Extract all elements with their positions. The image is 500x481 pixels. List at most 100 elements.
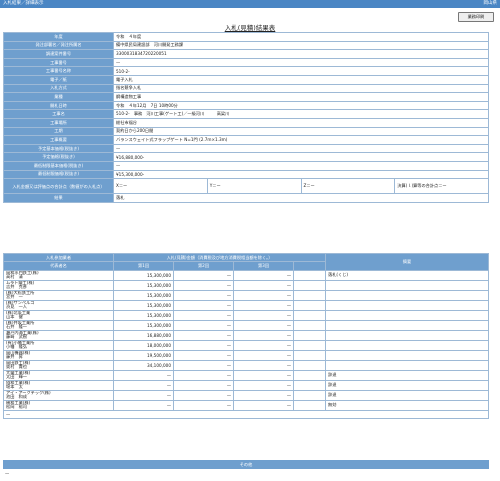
round1-amount: 15,300,000 xyxy=(113,319,174,331)
bidder-name: 大鐵工業(株) 太田 輝一 xyxy=(3,369,114,381)
spacer-header xyxy=(293,261,326,271)
spacer-cell xyxy=(293,329,326,341)
info-table: 年度 令和 ４年度 発注部署名／発注所属名 備中県民局建設部 河川開発工務課 調達案件番… xyxy=(3,32,489,203)
round2-header: 第2回 xyxy=(173,261,234,271)
bidder-name: (株)井坂工業所 石井 隆一 xyxy=(3,319,114,331)
info-row: 開札日時 令和 ４年12月 7日 10時00分 xyxy=(3,100,489,111)
spacer-cell xyxy=(293,369,326,381)
info-row: 予定価格(税抜き) ¥16,880,000- xyxy=(3,152,489,162)
bid-remarks xyxy=(325,299,489,311)
info-value: ¥16,880,000- xyxy=(113,152,489,162)
info-row: 工事概要 バランスウェイト式フラップゲート N=1門 (2.7m×1.3m) xyxy=(3,135,489,145)
representative-name: 奥村 貴也 xyxy=(6,364,27,370)
bidder-name: 協和工業(株) 堀本 太 xyxy=(3,379,114,391)
bidder-row: 大鐵工業(株) 太田 輝一 — — — 辞退 xyxy=(3,369,489,381)
round2-amount: — xyxy=(173,309,234,321)
info-value: 総社市福谷 xyxy=(113,117,489,128)
info-row: 電子／紙 電子入札 xyxy=(3,74,489,85)
amount-group-header: 入札(見積)金額（消費税及び地方消費税相当額を除く。） xyxy=(113,252,326,263)
round3-amount: — xyxy=(233,339,294,351)
round2-amount: — xyxy=(173,289,234,301)
other-header: その他 xyxy=(3,460,489,469)
round3-amount: — xyxy=(233,319,294,331)
spacer-cell xyxy=(293,349,326,361)
score-value: Z＝ー xyxy=(302,179,396,193)
round3-amount: — xyxy=(233,399,294,411)
info-value: ¥15,300,000- xyxy=(113,169,489,180)
round1-amount: — xyxy=(113,389,174,401)
result-value: 落札 xyxy=(113,193,489,203)
round1-header: 第1回 xyxy=(113,261,174,271)
round2-amount: — xyxy=(173,399,234,411)
info-value: 契約日から200日間 xyxy=(113,126,489,137)
info-row: 工事番号 — xyxy=(3,57,489,68)
bid-remarks xyxy=(325,279,489,291)
info-value: バランスウェイト式フラップゲート N=1門 (2.7m×1.3m) xyxy=(113,135,489,145)
info-row: 業種 鋼構造物工事 xyxy=(3,92,489,102)
round2-amount: — xyxy=(173,299,234,311)
info-label: 予定価格(税抜き) xyxy=(3,152,114,162)
info-value: — xyxy=(113,57,489,68)
print-button[interactable]: 業務印刷 xyxy=(458,12,494,22)
round3-amount: — xyxy=(233,329,294,341)
bidder-row: 岡山機器(株) 藤井 昇 19,500,000— — xyxy=(3,349,489,361)
bid-remarks xyxy=(325,329,489,341)
round3-amount: — xyxy=(233,309,294,321)
info-value: 電子入札 xyxy=(113,74,489,85)
round3-amount: — xyxy=(233,299,294,311)
round1-amount: 18,000,000 xyxy=(113,339,174,351)
score-row: 入札金額又は評価点の合計点（数値がの入札点） X＝ー Y＝ー Z＝ー 決算(ｌ)算等の合… xyxy=(3,178,489,195)
bidder-row: 協和工業(株) 堀本 太 — — — 辞退 xyxy=(3,379,489,391)
info-label: 最低制限基本価格(税抜き) xyxy=(3,160,114,171)
round3-amount: — xyxy=(233,369,294,381)
representative-name: 小幡 隆弘 xyxy=(6,344,27,350)
bidder-row: 横和工業(株) 松岡 裕司 — — — 無効 xyxy=(3,399,489,411)
spacer-cell xyxy=(293,309,326,321)
spacer-cell xyxy=(293,299,326,311)
representative-name: 石井 隆一 xyxy=(6,324,27,330)
round3-amount: — xyxy=(233,349,294,361)
representative-name: 山本 健 xyxy=(6,314,23,320)
representative-name: 太田 輝一 xyxy=(6,374,27,380)
representative-name: 宮井 一 xyxy=(6,294,23,300)
bid-remarks: 辞退 xyxy=(325,369,489,381)
info-value: — xyxy=(113,143,489,154)
bidder-name: (株)大松鉄工所 宮井 一 xyxy=(3,289,114,301)
info-row: 工事名 510-2- 事務 河川工事(ゲート工)／一級河川 高梁川 xyxy=(3,109,489,119)
representative-name: 高村 清 xyxy=(6,274,23,280)
round1-amount: 19,500,000 xyxy=(113,349,174,361)
spacer-cell xyxy=(293,269,326,281)
info-value: 510-2- xyxy=(113,66,489,76)
breadcrumb: 入札結果／詳細表示 xyxy=(3,1,44,6)
bid-remarks xyxy=(325,349,489,361)
representative-header: 代表者名 xyxy=(3,261,114,271)
info-value: 令和 ４年度 xyxy=(113,32,489,42)
round2-amount: — xyxy=(173,369,234,381)
info-label: 工事名 xyxy=(3,109,114,119)
round2-amount: — xyxy=(173,319,234,331)
round2-amount: — xyxy=(173,339,234,351)
bid-remarks xyxy=(325,339,489,351)
spacer-cell xyxy=(293,319,326,331)
round2-amount: — xyxy=(173,359,234,371)
bidder-name: (有)小幡工業所 小幡 隆弘 xyxy=(3,339,114,351)
info-row: 調達案件番号 3300031834720220051 xyxy=(3,49,489,59)
spacer-cell xyxy=(293,379,326,391)
round1-amount: 34,100,000 xyxy=(113,359,174,371)
round1-amount: 15,300,000 xyxy=(113,309,174,321)
info-label: 予定基本価格(税抜き) xyxy=(3,143,114,154)
info-value: — xyxy=(113,160,489,171)
bidder-name: (株)北条工業 山本 健 xyxy=(3,309,114,321)
bid-remarks: 落札(くじ) xyxy=(325,269,489,281)
page-title: 入札(見積)結果表 xyxy=(224,24,276,32)
info-row: 工事場所 総社市福谷 xyxy=(3,117,489,128)
other-value: — xyxy=(5,471,10,476)
score-values: X＝ー Y＝ー Z＝ー 決算(ｌ)算等の合計点＝ー xyxy=(113,178,489,195)
info-label: 工事番号 xyxy=(3,57,114,68)
spacer-cell xyxy=(293,279,326,291)
representative-name: 藤崎 武樹 xyxy=(6,334,27,340)
round3-amount: — xyxy=(233,279,294,291)
spacer-cell xyxy=(293,389,326,401)
round1-amount: — xyxy=(113,399,174,411)
round2-amount: — xyxy=(173,379,234,391)
